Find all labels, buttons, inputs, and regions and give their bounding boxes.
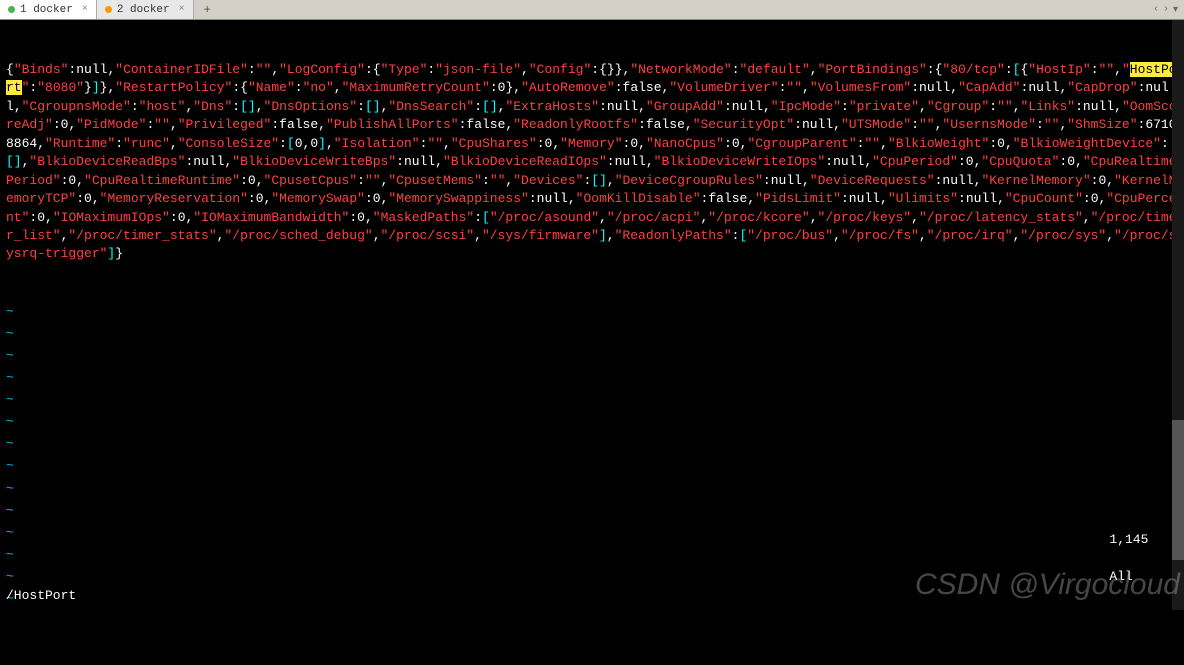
nav-right-icon[interactable]: › — [1163, 4, 1169, 15]
json-output: {"Binds":null,"ContainerIDFile":"","LogC… — [6, 61, 1178, 264]
cursor-position: 1,145 — [1109, 532, 1148, 547]
scrollbar[interactable] — [1172, 20, 1184, 610]
nav-down-icon[interactable]: ▾ — [1173, 4, 1178, 16]
close-icon[interactable]: × — [82, 4, 88, 15]
add-tab-button[interactable]: + — [194, 0, 221, 19]
scroll-position: All — [1109, 569, 1132, 584]
tab-1-docker[interactable]: 1 docker × — [0, 0, 97, 19]
terminal-viewport[interactable]: {"Binds":null,"ContainerIDFile":"","LogC… — [0, 20, 1184, 610]
vim-empty-lines: ~~~~~~~~~~~~~~ — [6, 301, 1178, 610]
close-icon[interactable]: × — [179, 4, 185, 15]
nav-left-icon[interactable]: ‹ — [1153, 4, 1159, 15]
vim-status-right: 1,145 All — [1078, 513, 1164, 605]
tab-nav: ‹ › ▾ — [1153, 0, 1184, 19]
scroll-thumb[interactable] — [1172, 420, 1184, 560]
tab-2-docker[interactable]: 2 docker × — [97, 0, 194, 19]
tab-label: 1 docker — [20, 4, 73, 16]
status-dot-icon — [8, 6, 15, 13]
vim-command-line[interactable]: /HostPort — [6, 587, 76, 605]
tab-bar: 1 docker × 2 docker × + ‹ › ▾ — [0, 0, 1184, 20]
tab-label: 2 docker — [117, 4, 170, 16]
status-dot-icon — [105, 6, 112, 13]
